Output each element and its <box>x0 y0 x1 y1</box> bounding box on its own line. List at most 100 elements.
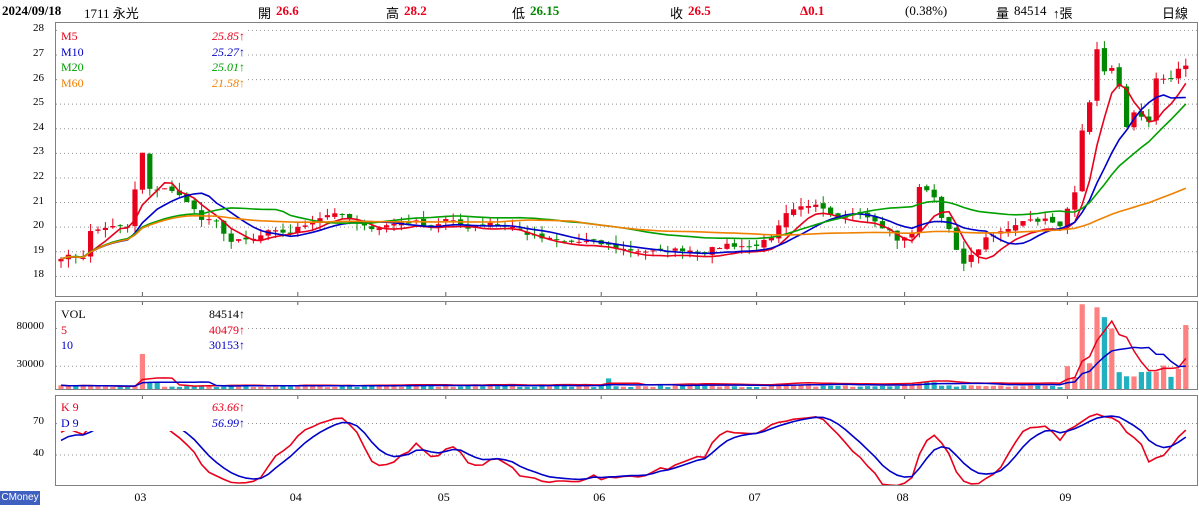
volume-bar <box>857 386 863 389</box>
candle-body <box>976 249 982 256</box>
volume-bar <box>850 386 856 389</box>
volume-bar <box>332 386 338 389</box>
volume-bar <box>902 385 908 389</box>
candle-body <box>169 186 175 191</box>
legend-m5: M5 25.85↑ <box>61 29 245 43</box>
candle-body <box>805 205 811 208</box>
volume-legend: VOL 84514↑ 5 40479↑ 10 30153↑ <box>58 307 248 354</box>
open-label: 開 <box>258 6 272 21</box>
volume-bar <box>1057 387 1063 389</box>
legend-m10: M10 25.27↑ <box>61 44 245 59</box>
candle-body <box>783 213 789 228</box>
volume-bar <box>813 386 819 389</box>
volume-bar <box>1087 363 1093 389</box>
low-label: 低 <box>512 6 526 21</box>
volume-bar <box>1146 371 1152 389</box>
candle-body <box>117 225 123 227</box>
change-percent: (0.38%) <box>905 3 948 18</box>
candle-body <box>391 223 397 226</box>
price-y-tick: 22 <box>33 169 44 182</box>
volume-bar <box>1131 376 1137 389</box>
price-panel: M5 25.85↑ M10 25.27↑ M20 25.01↑ M60 21.58↑ <box>55 22 1198 297</box>
volume-bar <box>665 387 671 389</box>
kd-y-tick: 40 <box>33 446 44 459</box>
month-label: 08 <box>896 490 909 504</box>
volume-bar <box>421 385 427 389</box>
candle-body <box>724 243 730 249</box>
candle-body <box>369 226 375 230</box>
candle-body <box>1168 78 1174 80</box>
candle-body <box>1042 218 1048 221</box>
volume-bar <box>561 386 567 389</box>
volume-bar <box>768 386 774 389</box>
price-y-tick: 25 <box>33 96 44 109</box>
volume-bar <box>213 387 219 389</box>
volume-bar <box>65 386 71 389</box>
volume-bar <box>842 385 848 389</box>
volume-bar <box>1153 371 1159 389</box>
candle-body <box>628 249 634 251</box>
volume-bar <box>887 386 893 389</box>
kd-y-tick: 70 <box>33 415 44 428</box>
month-label: 06 <box>593 490 606 504</box>
candle-body <box>739 246 745 248</box>
volume-bar <box>754 386 760 389</box>
volume-bar <box>517 386 523 389</box>
volume-bar <box>458 386 464 389</box>
volume-bar <box>369 386 375 389</box>
period-label: 日線 <box>1162 6 1189 21</box>
volume-label: 量 <box>996 6 1010 21</box>
candle-body <box>228 233 234 242</box>
volume-bar <box>879 385 885 389</box>
volume-bar <box>147 382 153 389</box>
volume-bar <box>1116 372 1122 389</box>
candle-body <box>1161 78 1167 80</box>
legend-m20: M20 25.01↑ <box>61 60 245 74</box>
candle-body <box>302 225 308 227</box>
price-legend: M5 25.85↑ M10 25.27↑ M20 25.01↑ M60 21.58↑ <box>58 29 248 91</box>
candle-body <box>1057 221 1063 227</box>
volume-bar <box>435 386 441 389</box>
volume-bar <box>125 387 131 389</box>
volume-bar <box>191 386 197 389</box>
candle-body <box>95 229 101 231</box>
volume-bar <box>472 386 478 389</box>
candle-body <box>754 244 760 246</box>
candle-body <box>761 240 767 248</box>
volume-bar <box>398 386 404 389</box>
price-y-tick: 26 <box>33 71 44 84</box>
volume-bar <box>924 382 930 389</box>
volume-bar <box>583 386 589 389</box>
price-y-tick: 20 <box>33 219 44 232</box>
volume-bar <box>450 386 456 389</box>
candle-body <box>650 250 656 252</box>
volume-bar <box>894 386 900 389</box>
legend-d9: D 9 56.99↑ <box>61 415 245 430</box>
candle-body <box>1109 67 1115 71</box>
volume-bar <box>361 386 367 389</box>
volume-bar <box>1094 307 1100 389</box>
volume-bar <box>820 385 826 389</box>
volume-bar <box>258 386 264 389</box>
volume-bar <box>1013 386 1019 389</box>
candle-body <box>791 209 797 215</box>
candle-body <box>332 213 338 217</box>
volume-bar <box>576 386 582 389</box>
candle-body <box>680 248 686 252</box>
volume-bar <box>598 386 604 389</box>
volume-bar <box>739 387 745 389</box>
candle-body <box>583 241 589 243</box>
close-label: 收 <box>670 6 684 21</box>
volume-value: 84514 <box>1014 3 1047 18</box>
volume-bar <box>613 386 619 389</box>
volume-bar <box>620 386 626 389</box>
volume-bar <box>495 386 501 389</box>
candle-body <box>384 225 390 228</box>
volume-bar <box>509 385 515 389</box>
legend-k9: K 9 63.66↑ <box>61 400 245 414</box>
candle-body <box>162 188 168 190</box>
volume-bar <box>569 386 575 389</box>
volume-bar <box>761 386 767 389</box>
candle-body <box>931 189 937 198</box>
volume-bar <box>287 386 293 389</box>
